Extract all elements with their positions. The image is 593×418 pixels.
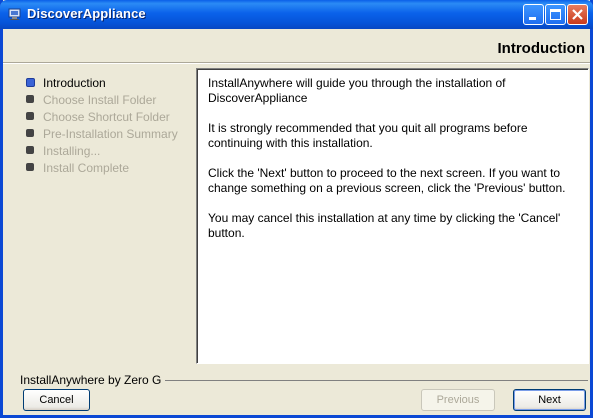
close-button[interactable] — [567, 4, 588, 25]
window-title: DiscoverAppliance — [27, 6, 146, 21]
minimize-button[interactable] — [523, 4, 544, 25]
vendor-label: InstallAnywhere by Zero G — [20, 373, 166, 387]
intro-paragraph: You may cancel this installation at any … — [208, 211, 561, 240]
minimize-icon — [529, 17, 536, 20]
maximize-icon — [550, 9, 561, 20]
step-label: Choose Install Folder — [43, 93, 157, 107]
step-label: Pre-Installation Summary — [43, 127, 178, 141]
title-bar[interactable]: DiscoverAppliance — [0, 0, 593, 29]
installer-app-icon — [8, 7, 22, 21]
step-bullet-icon — [26, 146, 34, 154]
step-label: Choose Shortcut Folder — [43, 110, 170, 124]
step-bullet-icon — [26, 163, 34, 171]
maximize-button[interactable] — [545, 4, 566, 25]
intro-paragraph: Click the 'Next' button to proceed to th… — [208, 166, 566, 195]
intro-paragraph: InstallAnywhere will guide you through t… — [208, 76, 506, 105]
previous-button[interactable]: Previous — [421, 389, 495, 411]
installer-window: DiscoverAppliance Introduction Introduct… — [0, 0, 593, 418]
step-label: Installing... — [43, 144, 101, 158]
introduction-text-panel[interactable]: InstallAnywhere will guide you through t… — [196, 68, 589, 364]
page-heading: Introduction — [497, 40, 585, 57]
close-icon — [572, 9, 583, 20]
step-bullet-icon — [26, 129, 34, 137]
step-bullet-icon — [26, 95, 34, 103]
step-label: Introduction — [43, 76, 106, 90]
header-divider — [3, 62, 590, 64]
next-button[interactable]: Next — [513, 389, 586, 411]
step-bullet-icon — [26, 112, 34, 120]
active-step-bullet-icon — [26, 78, 35, 87]
intro-paragraph: It is strongly recommended that you quit… — [208, 121, 528, 150]
cancel-button[interactable]: Cancel — [23, 389, 90, 411]
step-label: Install Complete — [43, 161, 130, 175]
